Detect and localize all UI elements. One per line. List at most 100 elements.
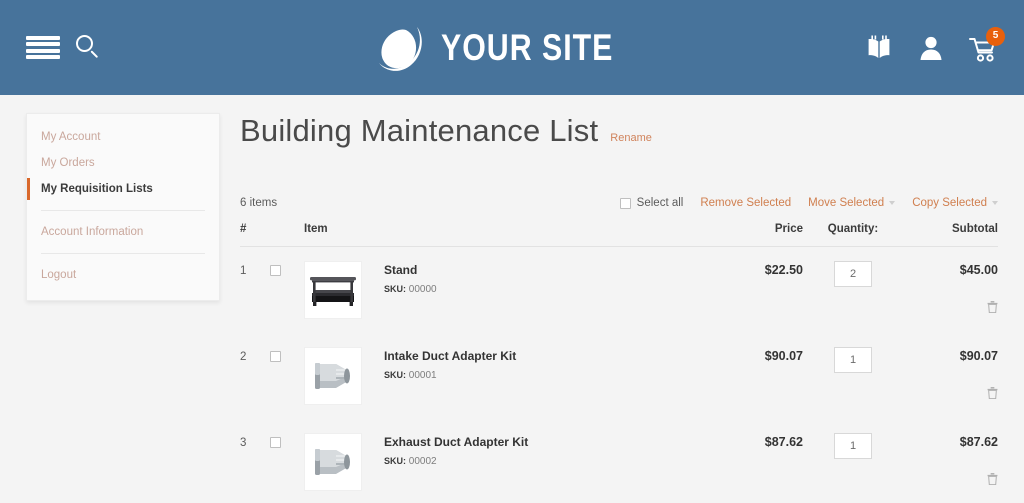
sku-value: 00000 [408, 284, 437, 295]
sidebar-item-logout[interactable]: Logout [27, 262, 219, 288]
product-info: Stand SKU: 00000 [384, 261, 437, 295]
quantity-input[interactable]: 1 [834, 347, 872, 373]
column-header-item: Item [304, 223, 328, 235]
product-sku: SKU: 00002 [384, 456, 528, 467]
product-thumbnail[interactable] [304, 347, 362, 405]
product-thumbnail[interactable] [304, 433, 362, 491]
product-thumbnail[interactable] [304, 261, 362, 319]
move-selected-button[interactable]: Move Selected [808, 197, 896, 209]
item-price: $22.50 [764, 263, 803, 277]
sidebar-item-my-requisition-lists[interactable]: My Requisition Lists [27, 176, 219, 202]
quantity-input[interactable]: 1 [834, 433, 872, 459]
list-toolbar: 6 items Select all Remove Selected Move … [240, 197, 998, 209]
item-subtotal: $90.07 [959, 349, 998, 363]
copy-selected-label: Copy Selected [912, 197, 987, 209]
column-header-price: Price [774, 223, 803, 235]
rename-link[interactable]: Rename [610, 132, 652, 144]
row-select-cell [270, 261, 304, 276]
sidebar-item-my-orders[interactable]: My Orders [27, 150, 219, 176]
table-header-row: # Item Price Quantity: Subtotal [240, 223, 998, 247]
sku-label: SKU: [384, 284, 406, 294]
sidebar-divider [41, 253, 205, 254]
trash-icon[interactable] [987, 301, 998, 313]
user-account-icon[interactable] [916, 33, 946, 63]
item-price: $87.62 [764, 435, 803, 449]
header-left-group [26, 34, 102, 61]
hamburger-menu-icon[interactable] [26, 35, 60, 60]
account-sidebar: My Account My Orders My Requisition List… [26, 113, 220, 301]
column-header-quantity: Quantity: [827, 223, 879, 235]
quantity-cell: 2 [803, 261, 903, 287]
shopping-cart-icon[interactable]: 5 [968, 26, 1005, 63]
quantity-input[interactable]: 2 [834, 261, 872, 287]
item-cell: Exhaust Duct Adapter Kit SKU: 00002 [304, 433, 693, 491]
droplet-logo-icon [378, 26, 422, 71]
chevron-down-icon [889, 200, 896, 205]
row-select-cell [270, 433, 304, 448]
item-price: $90.07 [764, 349, 803, 363]
row-number: 1 [240, 265, 247, 277]
row-checkbox[interactable] [270, 265, 281, 276]
trash-icon[interactable] [987, 387, 998, 399]
row-checkbox[interactable] [270, 351, 281, 362]
product-name[interactable]: Stand [384, 261, 437, 277]
table-row: 3 Exhaust Duct Adapter Kit SKU: 00002 $8… [240, 419, 998, 503]
sku-label: SKU: [384, 370, 406, 380]
row-number: 2 [240, 351, 247, 363]
table-row: 2 Intake Duct Adapter Kit SKU: 00001 $90… [240, 333, 998, 419]
quantity-cell: 1 [803, 347, 903, 373]
row-select-cell [270, 347, 304, 362]
item-cell: Stand SKU: 00000 [304, 261, 693, 319]
main-content: Building Maintenance List Rename 6 items… [220, 113, 998, 503]
product-sku: SKU: 00000 [384, 284, 437, 295]
sidebar-item-label: Logout [41, 269, 77, 281]
product-name[interactable]: Exhaust Duct Adapter Kit [384, 433, 528, 449]
move-selected-label: Move Selected [808, 197, 885, 209]
trash-icon[interactable] [987, 473, 998, 485]
subtotal-cell: $87.62 [903, 433, 998, 485]
page-body: My Account My Orders My Requisition List… [0, 95, 1024, 503]
search-icon[interactable] [76, 34, 102, 61]
row-checkbox[interactable] [270, 437, 281, 448]
product-sku: SKU: 00001 [384, 370, 516, 381]
item-cell: Intake Duct Adapter Kit SKU: 00001 [304, 347, 693, 405]
select-all-label: Select all [636, 197, 684, 209]
column-header-subtotal: Subtotal [952, 223, 998, 235]
product-info: Exhaust Duct Adapter Kit SKU: 00002 [384, 433, 528, 467]
remove-selected-button[interactable]: Remove Selected [700, 197, 791, 209]
sidebar-item-label: My Requisition Lists [41, 183, 153, 195]
sidebar-item-label: My Account [41, 131, 101, 143]
site-header: YOUR SITE 5 [0, 0, 1024, 95]
sidebar-divider [41, 210, 205, 211]
brand-name: YOUR SITE [440, 26, 614, 68]
remove-selected-label: Remove Selected [700, 197, 792, 209]
select-all-control[interactable]: Select all [619, 197, 684, 209]
product-info: Intake Duct Adapter Kit SKU: 00001 [384, 347, 516, 381]
table-row: 1 Stand SKU: 00000 $22.50 2 $45.00 [240, 247, 998, 333]
sidebar-item-label: My Orders [41, 157, 95, 169]
header-right-group: 5 [864, 0, 1005, 95]
column-header-number: # [240, 223, 247, 235]
gift-registry-icon[interactable] [864, 33, 894, 63]
toolbar-actions: Select all Remove Selected Move Selected… [619, 197, 998, 209]
cart-count-badge: 5 [986, 26, 1005, 46]
sidebar-item-my-account[interactable]: My Account [27, 124, 219, 150]
page-title: Building Maintenance List [240, 113, 599, 148]
item-count-label: 6 items [240, 197, 278, 209]
copy-selected-button[interactable]: Copy Selected [912, 197, 998, 209]
item-subtotal: $87.62 [959, 435, 998, 449]
sidebar-item-account-information[interactable]: Account Information [27, 219, 219, 245]
sku-value: 00001 [408, 370, 437, 381]
quantity-cell: 1 [803, 433, 903, 459]
select-all-checkbox[interactable] [619, 197, 631, 209]
sku-value: 00002 [408, 456, 437, 467]
sku-label: SKU: [384, 456, 406, 466]
title-row: Building Maintenance List Rename [240, 113, 998, 149]
requisition-list-table: # Item Price Quantity: Subtotal 1 Stand … [240, 223, 998, 503]
sidebar-item-label: Account Information [41, 226, 144, 238]
product-name[interactable]: Intake Duct Adapter Kit [384, 347, 516, 363]
item-subtotal: $45.00 [959, 263, 998, 277]
subtotal-cell: $45.00 [903, 261, 998, 313]
row-number: 3 [240, 437, 247, 449]
subtotal-cell: $90.07 [903, 347, 998, 399]
